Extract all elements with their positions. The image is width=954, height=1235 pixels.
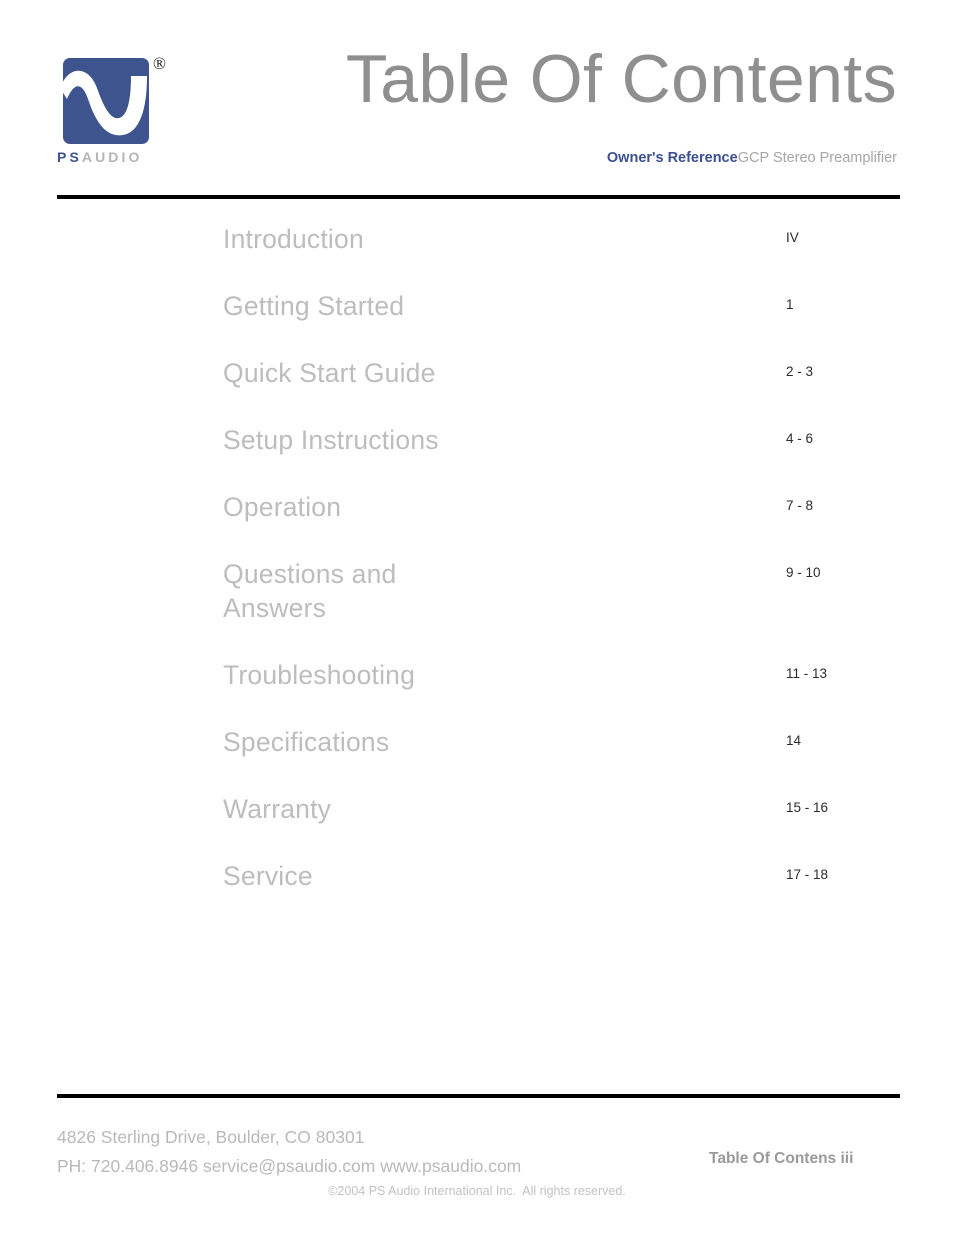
brand-wordmark-ps: PS xyxy=(57,149,82,165)
brand-wordmark-audio: AUDIO xyxy=(81,149,143,165)
toc-row[interactable]: Operation 7 - 8 xyxy=(0,490,954,557)
toc-entry-page: 15 - 16 xyxy=(786,800,829,815)
toc-row[interactable]: Questions and Answers 9 - 10 xyxy=(0,557,954,658)
toc-row[interactable]: Introduction IV xyxy=(0,222,954,289)
header-divider xyxy=(57,195,900,199)
toc-entry-page: 9 - 10 xyxy=(786,565,821,580)
toc-row[interactable]: Warranty 15 - 16 xyxy=(0,792,954,859)
toc-entry-label[interactable]: Getting Started xyxy=(223,289,404,323)
registered-trademark-icon: ® xyxy=(153,54,166,73)
toc-row[interactable]: Specifications 14 xyxy=(0,725,954,792)
toc-row[interactable]: Troubleshooting 11 - 13 xyxy=(0,658,954,725)
toc-entry-page: 11 - 13 xyxy=(786,666,828,681)
footer-page-marker: Table Of Contens iii xyxy=(709,1150,854,1167)
toc-entry-label[interactable]: Questions and Answers xyxy=(223,557,397,625)
company-address: 4826 Sterling Drive, Boulder, CO 80301 P… xyxy=(57,1123,521,1181)
toc-entry-label[interactable]: Warranty xyxy=(223,792,331,826)
toc-entry-label[interactable]: Troubleshooting xyxy=(223,658,415,692)
address-line-1: 4826 Sterling Drive, Boulder, CO 80301 xyxy=(57,1127,365,1147)
toc-entry-page: 1 xyxy=(786,297,794,312)
toc-entry-label[interactable]: Specifications xyxy=(223,725,389,759)
subtitle-model-name: GCP Stereo Preamplifier xyxy=(737,150,897,166)
toc-entry-page: 17 - 18 xyxy=(786,867,829,882)
page-title: Table Of Contents xyxy=(345,41,897,117)
brand-block: ® PSAUDIO xyxy=(57,52,237,172)
toc-entry-page: 2 - 3 xyxy=(786,364,814,379)
subtitle-owners-reference: Owner's Reference xyxy=(606,150,738,166)
page-header: ® PSAUDIO Table Of Contents Owner's Refe… xyxy=(0,0,954,200)
table-of-contents-list: Introduction IV Getting Started 1 Quick … xyxy=(0,222,954,926)
brand-wordmark: PSAUDIO xyxy=(57,149,143,165)
toc-entry-page: 7 - 8 xyxy=(786,498,814,513)
toc-entry-label[interactable]: Operation xyxy=(223,490,341,524)
document-page: ® PSAUDIO Table Of Contents Owner's Refe… xyxy=(0,0,954,1235)
document-subtitle: Owner's ReferenceGCP Stereo Preamplifier xyxy=(607,148,897,168)
toc-row[interactable]: Service 17 - 18 xyxy=(0,859,954,926)
toc-entry-label[interactable]: Introduction xyxy=(223,222,364,256)
copyright-notice: ©2004 PS Audio International Inc. All ri… xyxy=(328,1184,626,1198)
address-line-2: PH: 720.406.8946 service@psaudio.com www… xyxy=(57,1156,522,1176)
toc-entry-page: 4 - 6 xyxy=(786,431,814,446)
toc-row[interactable]: Setup Instructions 4 - 6 xyxy=(0,423,954,490)
toc-entry-page: IV xyxy=(786,230,799,245)
toc-entry-label[interactable]: Quick Start Guide xyxy=(223,356,436,390)
toc-entry-label[interactable]: Service xyxy=(223,859,313,893)
toc-row[interactable]: Getting Started 1 xyxy=(0,289,954,356)
ps-audio-wave-logo-icon xyxy=(63,58,149,144)
toc-entry-label[interactable]: Setup Instructions xyxy=(223,423,439,457)
toc-row[interactable]: Quick Start Guide 2 - 3 xyxy=(0,356,954,423)
page-footer: 4826 Sterling Drive, Boulder, CO 80301 P… xyxy=(0,1098,954,1235)
toc-entry-page: 14 xyxy=(786,733,802,748)
